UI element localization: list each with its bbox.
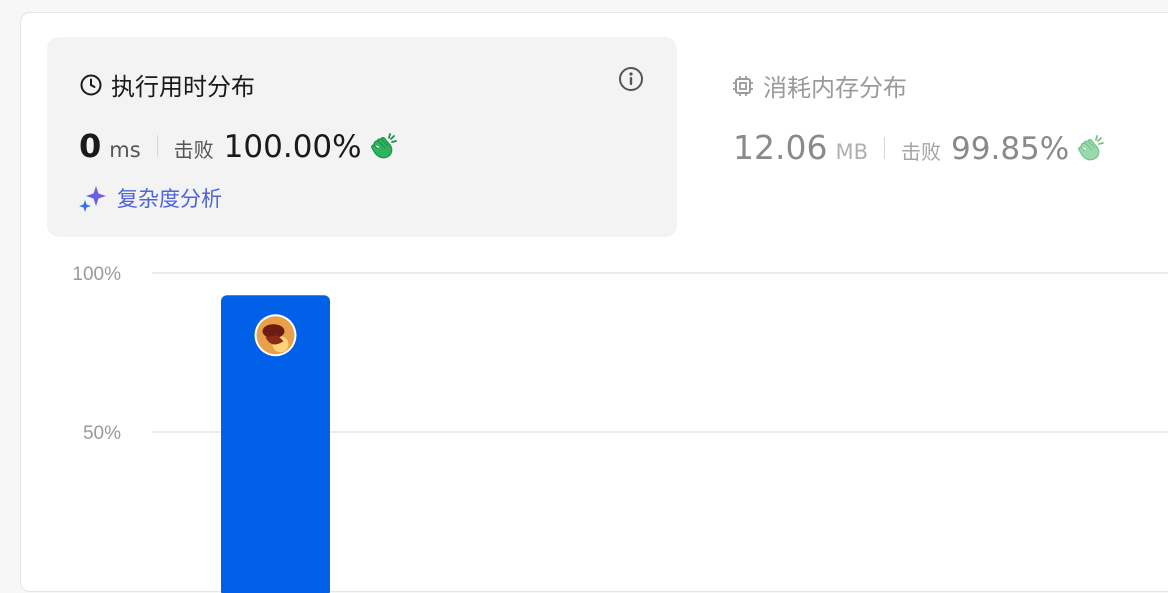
- runtime-unit: ms: [109, 138, 141, 162]
- info-button[interactable]: [617, 65, 645, 93]
- memory-value: 12.06: [733, 128, 828, 167]
- memory-beat-label: 击败: [901, 140, 942, 164]
- memory-beat-percent: 99.85%: [951, 131, 1070, 167]
- clap-icon: [370, 133, 397, 159]
- stat-divider: [884, 136, 886, 159]
- memory-title-text: 消耗内存分布: [763, 74, 907, 102]
- clock-icon: [80, 74, 102, 95]
- stat-divider: [156, 135, 158, 157]
- memory-unit: MB: [835, 140, 869, 164]
- memory-stats: 12.06 MB 击败 99.85%: [733, 128, 1105, 167]
- y-tick-label: 50%: [83, 423, 121, 444]
- runtime-card[interactable]: 执行用时分布 0 ms 击败 100.00% 复杂度分析: [47, 37, 677, 237]
- runtime-beat-label: 击败: [173, 138, 214, 162]
- runtime-beat-percent: 100.00%: [223, 129, 362, 165]
- submission-stats-panel: 执行用时分布 0 ms 击败 100.00% 复杂度分析 消耗内存分布 12.0…: [20, 12, 1168, 593]
- y-tick-label: 100%: [72, 264, 121, 285]
- runtime-title: 执行用时分布: [79, 67, 255, 102]
- complexity-analysis-link[interactable]: 复杂度分析: [79, 183, 222, 213]
- runtime-value: 0: [79, 127, 102, 165]
- complexity-analysis-label: 复杂度分析: [117, 187, 222, 211]
- runtime-title-text: 执行用时分布: [111, 73, 255, 101]
- runtime-distribution-chart: 100% 50%: [72, 264, 1168, 593]
- runtime-stats: 0 ms 击败 100.00%: [79, 127, 398, 165]
- sparkle-icon: [79, 186, 106, 212]
- user-avatar-marker: [254, 314, 297, 357]
- chip-icon: [733, 75, 753, 96]
- clap-icon: [1078, 134, 1105, 160]
- info-icon: [619, 67, 643, 91]
- memory-tab[interactable]: 消耗内存分布: [731, 68, 907, 103]
